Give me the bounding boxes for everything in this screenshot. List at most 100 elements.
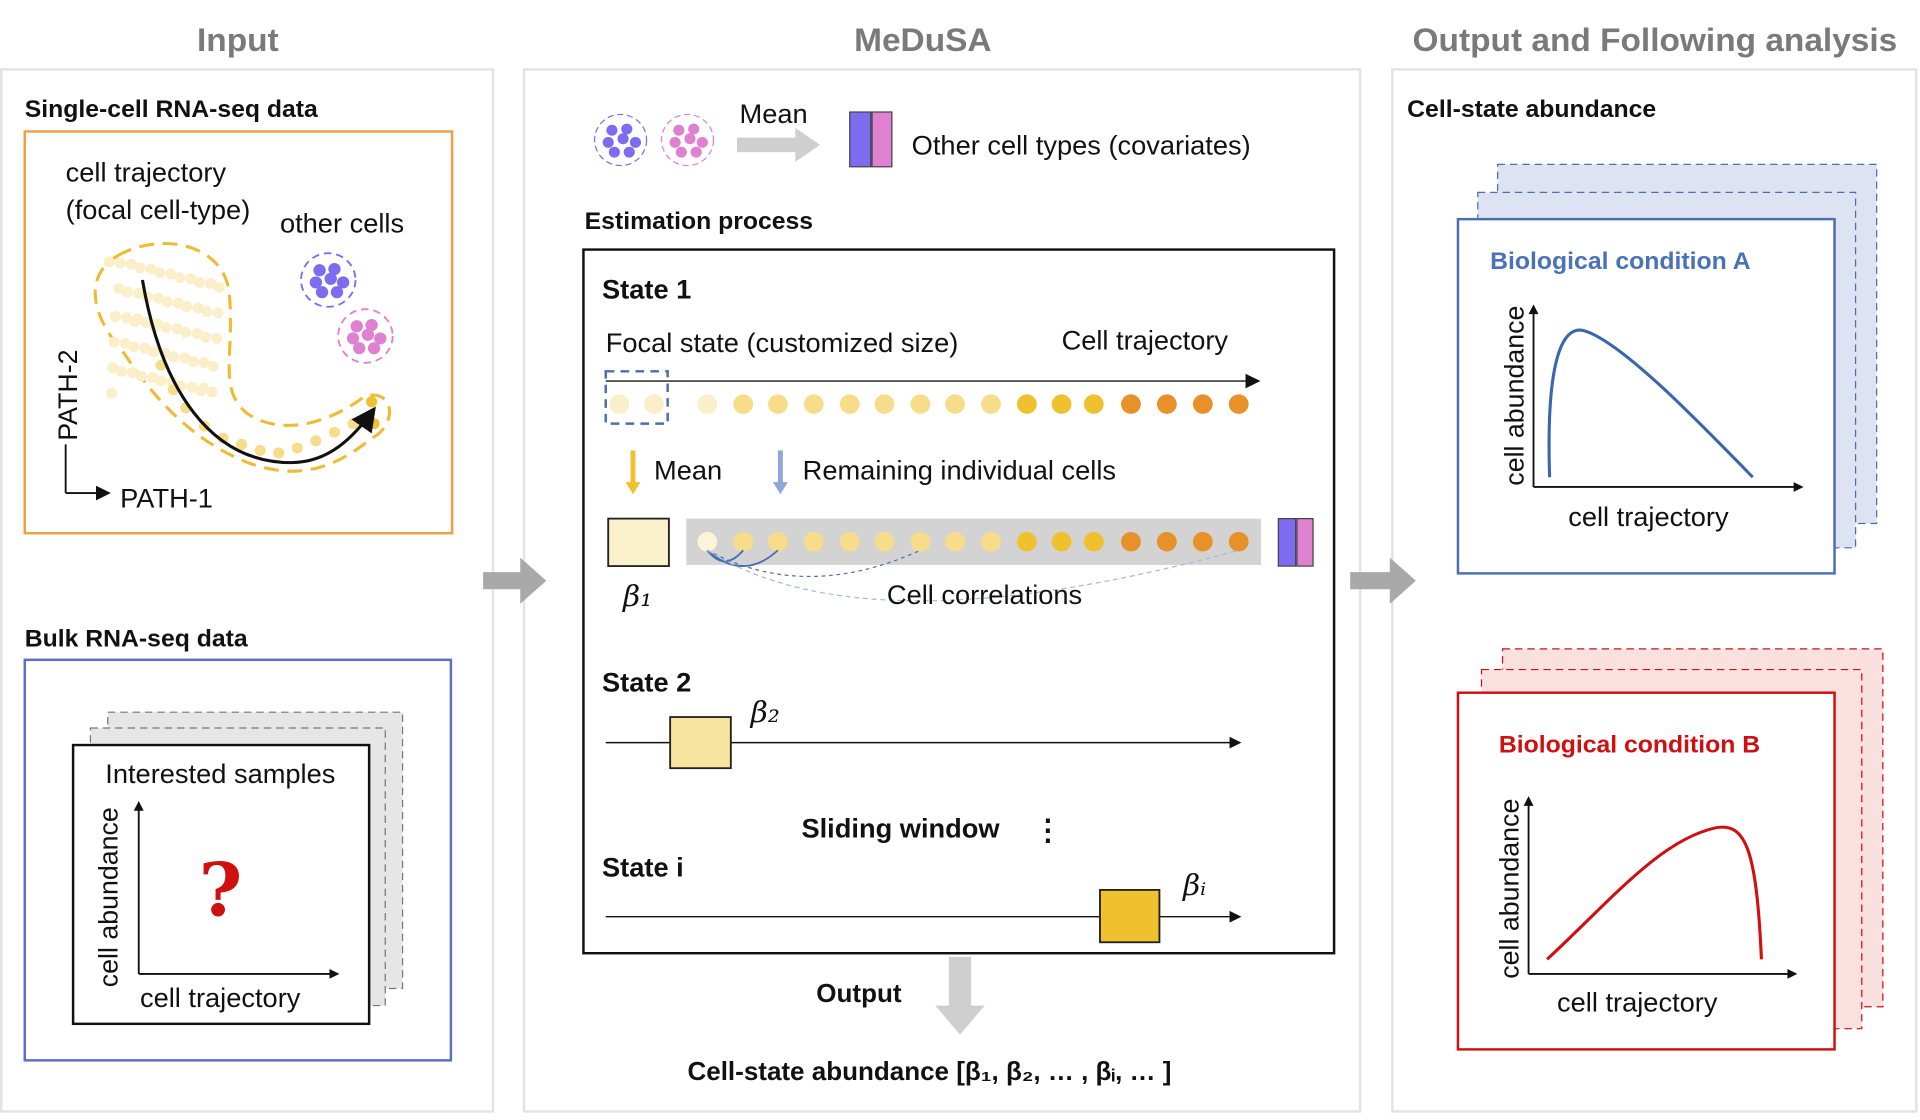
covariates-label: Other cell types (covariates) [912, 131, 1251, 161]
path2-label: PATH-2 [53, 349, 83, 440]
cond-b-ylabel: cell abundance [1494, 799, 1524, 979]
medusa-diagram: Input MeDuSA Output and Following analys… [0, 22, 1918, 1113]
cell-dot [733, 532, 754, 552]
trajectory-cell [366, 396, 378, 408]
other-cell-cluster-purple [300, 252, 357, 308]
trajectory-cell [212, 307, 224, 319]
cond-b-title: Biological condition B [1499, 732, 1760, 759]
trajectory-cell [192, 302, 204, 314]
path1-label: PATH-1 [120, 484, 213, 514]
traj-label: cell trajectory [66, 158, 227, 188]
cell-dot [697, 394, 718, 414]
trajectory-cell [191, 328, 203, 340]
focal-label: (focal cell-type) [66, 195, 251, 225]
path-axes [64, 444, 109, 493]
cluster-cell [361, 328, 375, 341]
cell-dot [1083, 532, 1104, 552]
cluster-cell [313, 264, 326, 277]
trajectory-cell [185, 273, 197, 285]
cell-dot [1121, 532, 1141, 552]
trajectory-cell [145, 263, 157, 275]
trajectory-cell [120, 312, 132, 324]
cell-dot [945, 394, 965, 414]
trajectory-cell [186, 381, 198, 393]
state2-window [669, 716, 732, 770]
header-medusa: MeDuSA [854, 22, 991, 59]
cluster-cell [684, 133, 696, 145]
output-label: Output [816, 980, 902, 1008]
cluster-cell [617, 133, 629, 145]
unknown-mark: ? [199, 848, 243, 933]
result-label: Cell-state abundance [β₁, β₂, … , βᵢ, … … [687, 1058, 1171, 1086]
samples-label: Interested samples [105, 759, 335, 789]
cluster-cell [623, 146, 635, 158]
cell-dot [733, 394, 754, 414]
trajectory-cell [178, 352, 191, 364]
trajectory-cell [108, 336, 120, 348]
trajectory-cell [113, 283, 125, 294]
correlations-label: Cell correlations [887, 580, 1082, 610]
trajectory-cell [105, 387, 118, 399]
cell-dot [1156, 532, 1177, 552]
trajectory-cell [328, 426, 341, 438]
covariate-purple [1277, 518, 1297, 567]
trajectory-cell [114, 257, 126, 269]
cell-dot [910, 394, 931, 414]
bulk-title: Bulk RNA-seq data [25, 626, 248, 653]
trajectory-cell [171, 323, 183, 335]
trajectory-cell [126, 367, 139, 378]
statei-label: State i [602, 853, 684, 883]
sliding-window-label: Sliding window [801, 814, 1000, 844]
cluster-cell [675, 146, 687, 158]
cell-dot [981, 532, 1001, 552]
sc-box [23, 130, 454, 535]
mean-label: Mean [654, 456, 722, 486]
covariate-bar-pink [871, 111, 893, 168]
cluster-cell [330, 286, 344, 299]
state2-label: State 2 [602, 668, 691, 698]
cell-dot [981, 394, 1001, 414]
estimation-title: Estimation process [585, 208, 813, 235]
trajectory-cell [107, 362, 119, 374]
trajectory-cell [235, 438, 248, 450]
other-cells-label: other cells [280, 209, 404, 239]
cell-trajectory-label: Cell trajectory [1062, 326, 1229, 356]
cluster-cell [621, 123, 633, 135]
remaining-label: Remaining individual cells [803, 456, 1116, 486]
cell-dot [697, 532, 718, 552]
cond-a-title: Biological condition A [1490, 248, 1751, 275]
cluster-cell [688, 123, 700, 135]
trajectory-cell [125, 258, 137, 270]
other-cell-cluster-pink [337, 308, 394, 364]
trajectory-cell [165, 268, 177, 280]
cell-dot [644, 394, 664, 414]
cell-dot [910, 532, 931, 552]
cluster-cell [673, 124, 685, 136]
bulk-xlabel: cell trajectory [140, 983, 301, 1013]
cell-dot [803, 394, 824, 414]
cluster-cell [690, 146, 702, 158]
trajectory-cell [198, 357, 210, 369]
ellipsis-icon: ⋮ [1033, 814, 1063, 847]
cond-a-xlabel: cell trajectory [1568, 502, 1729, 532]
cell-dot [945, 532, 965, 552]
trajectory-cell [146, 371, 158, 383]
statei-window [1099, 889, 1161, 944]
trajectory-cell [368, 418, 380, 430]
cell-dot [1051, 532, 1072, 552]
output-title: Cell-state abundance [1407, 96, 1656, 123]
cluster-cell [350, 320, 363, 333]
focal-mean-square [607, 517, 670, 567]
cell-dot [839, 394, 860, 414]
covariate-bar-purple [849, 111, 872, 168]
cluster-cell [353, 342, 366, 355]
trajectory-cell [254, 444, 266, 456]
cell-dot [1051, 394, 1072, 414]
trajectory-cell [131, 313, 144, 325]
trajectory-cell [172, 297, 184, 309]
cell-dot [803, 532, 824, 552]
cluster-cell [324, 272, 337, 285]
cluster-cell [608, 146, 620, 158]
cluster-cell [367, 342, 381, 355]
cell-dot [839, 532, 860, 552]
